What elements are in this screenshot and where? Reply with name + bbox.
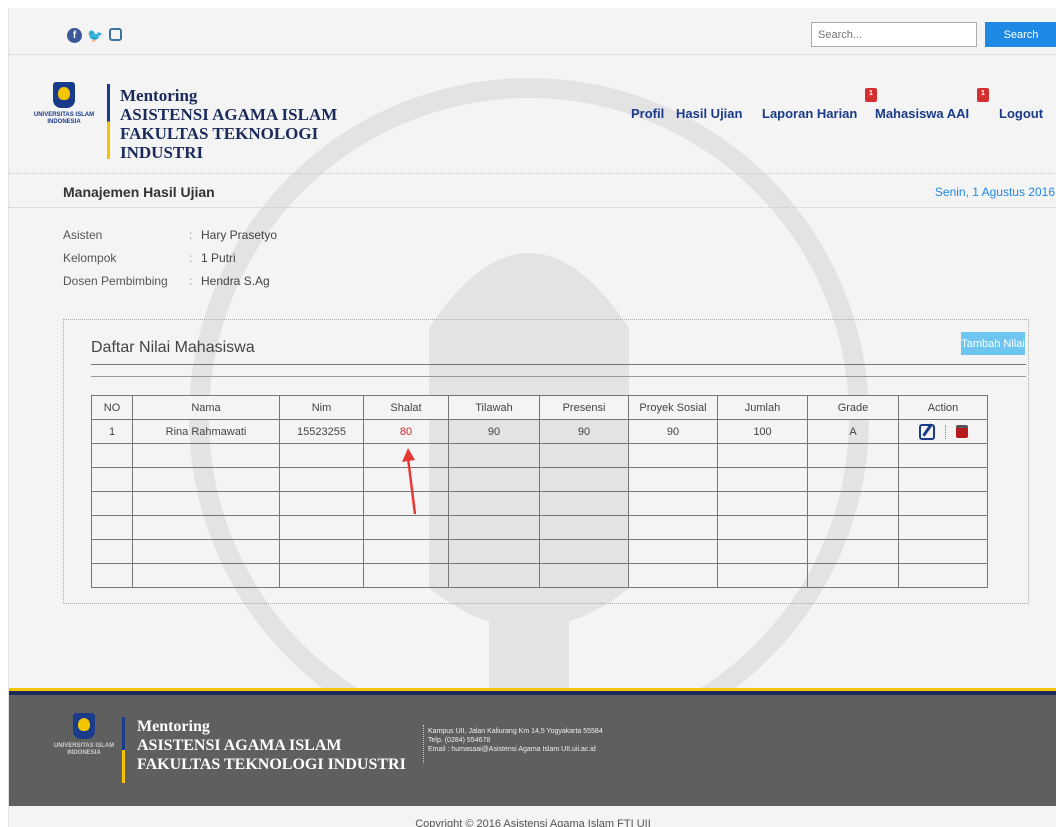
- footer-address: Kampus UII, Jalan Kaliurang Km 14,5 Yogy…: [428, 728, 603, 735]
- footer-divider: [423, 725, 424, 763]
- site-header: UNIVERSITAS ISLAM INDONESIA Mentoring AS…: [9, 56, 1056, 174]
- nav-logout[interactable]: Logout: [999, 106, 1043, 121]
- logo-text: UNIVERSITAS ISLAM INDONESIA: [33, 112, 95, 125]
- col-proyek-sosial: Proyek Sosial: [628, 395, 718, 420]
- delete-icon[interactable]: [955, 425, 968, 438]
- info-row-asisten: Asisten : Hary Prasetyo: [63, 228, 463, 244]
- nav-mahasiswa-aai-wrap: Mahasiswa AAI 1: [875, 88, 989, 121]
- site-brand: Mentoring ASISTENSI AGAMA ISLAM FAKULTAS…: [120, 86, 337, 162]
- page: f 🐦 Search UNIVERSITAS ISLAM INDONESIA M…: [8, 8, 1056, 827]
- nav-laporan-harian[interactable]: Laporan Harian: [762, 106, 857, 121]
- nav-hasil-ujian[interactable]: Hasil Ujian: [676, 106, 742, 121]
- social-links: f 🐦: [67, 28, 122, 43]
- empty-row: [91, 491, 988, 516]
- facebook-icon[interactable]: f: [67, 28, 82, 43]
- notification-badge: 1: [865, 88, 877, 102]
- col-presensi: Presensi: [539, 395, 629, 420]
- footer-brand-line-3: FAKULTAS TEKNOLOGI INDUSTRI: [137, 756, 406, 773]
- cell-nim: 15523255: [279, 419, 364, 444]
- site-footer: UNIVERSITAS ISLAM INDONESIA Mentoring AS…: [9, 695, 1056, 806]
- footer-stripe: [9, 688, 1056, 695]
- info-value: Hary Prasetyo: [201, 228, 278, 242]
- col-grade: Grade: [807, 395, 899, 420]
- col-tilawah: Tilawah: [448, 395, 540, 420]
- divider: [91, 376, 1026, 377]
- table-row: 1 Rina Rahmawati 15523255 80 90 90 90 10…: [91, 419, 988, 444]
- info-label: Kelompok: [63, 251, 117, 265]
- cell-jumlah: 100: [717, 419, 808, 444]
- footer-logo: UNIVERSITAS ISLAM INDONESIA: [51, 713, 117, 779]
- brand-divider: [122, 717, 125, 783]
- empty-row: [91, 515, 988, 540]
- action-divider: [944, 424, 946, 439]
- nav-profil[interactable]: Profil: [631, 106, 664, 121]
- info-value: Hendra S.Ag: [201, 274, 270, 288]
- shield-icon: [73, 713, 95, 739]
- brand-line-4: INDUSTRI: [120, 143, 204, 162]
- cell-tilawah: 90: [448, 419, 540, 444]
- footer-brand-line-1: Mentoring: [137, 718, 210, 735]
- panel-title: Daftar Nilai Mahasiswa: [91, 339, 255, 356]
- top-bar: f 🐦 Search: [9, 8, 1056, 55]
- instagram-icon[interactable]: [109, 28, 122, 41]
- cell-action: [898, 419, 988, 444]
- title-bar: Manajemen Hasil Ujian Senin, 1 Agustus 2…: [9, 175, 1056, 208]
- divider: [91, 364, 1026, 365]
- cell-no: 1: [91, 419, 133, 444]
- brand-line-1: Mentoring: [120, 86, 198, 105]
- search-button[interactable]: Search: [985, 22, 1056, 47]
- page-title: Manajemen Hasil Ujian: [63, 184, 215, 200]
- brand-line-3: FAKULTAS TEKNOLOGI: [120, 124, 319, 143]
- footer-brand-line-2: ASISTENSI AGAMA ISLAM: [137, 737, 342, 754]
- footer-contact: Kampus UII, Jalan Kaliurang Km 14,5 Yogy…: [428, 727, 603, 754]
- col-no: NO: [91, 395, 133, 420]
- info-row-kelompok: Kelompok : 1 Putri: [63, 251, 463, 267]
- info-row-dosen: Dosen Pembimbing : Hendra S.Ag: [63, 274, 463, 290]
- twitter-icon[interactable]: 🐦: [87, 28, 103, 43]
- info-label: Dosen Pembimbing: [63, 274, 168, 288]
- copyright-text: Copyright © 2016 Asistensi Agama Islam F…: [9, 806, 1056, 827]
- edit-icon[interactable]: [918, 423, 935, 440]
- table-header-row: NO Nama Nim Shalat Tilawah Presensi Proy…: [91, 395, 988, 420]
- col-nama: Nama: [132, 395, 280, 420]
- cell-proyek-sosial: 90: [628, 419, 718, 444]
- empty-row: [91, 539, 988, 564]
- shield-icon: [53, 82, 75, 108]
- footer-phone: Telp. (0284) 554678: [428, 737, 491, 744]
- col-shalat: Shalat: [363, 395, 449, 420]
- info-separator: :: [189, 274, 193, 288]
- cell-shalat: 80: [363, 419, 449, 444]
- info-label: Asisten: [63, 228, 103, 242]
- info-value: 1 Putri: [201, 251, 236, 265]
- col-jumlah: Jumlah: [717, 395, 808, 420]
- grades-panel: Daftar Nilai Mahasiswa Tambah Nilai NO N…: [63, 319, 1029, 604]
- nav-laporan-harian-wrap: Laporan Harian 1: [762, 88, 877, 121]
- info-separator: :: [189, 251, 193, 265]
- add-grade-button[interactable]: Tambah Nilai: [961, 332, 1025, 355]
- footer-brand: Mentoring ASISTENSI AGAMA ISLAM FAKULTAS…: [137, 717, 406, 774]
- search-input[interactable]: [811, 22, 977, 47]
- empty-row: [91, 563, 988, 588]
- col-nim: Nim: [279, 395, 364, 420]
- empty-row: [91, 467, 988, 492]
- logo-text: UNIVERSITAS ISLAM INDONESIA: [53, 743, 115, 756]
- nav-mahasiswa-aai[interactable]: Mahasiswa AAI: [875, 106, 969, 121]
- cell-nama: Rina Rahmawati: [132, 419, 280, 444]
- col-action: Action: [898, 395, 988, 420]
- university-logo[interactable]: UNIVERSITAS ISLAM INDONESIA: [31, 82, 97, 148]
- annotation-arrow-icon: [402, 448, 417, 515]
- cell-presensi: 90: [539, 419, 629, 444]
- empty-row: [91, 443, 988, 468]
- footer-email: Email : humasaai@Asistensi Agama Islam U…: [428, 746, 596, 753]
- notification-badge: 1: [977, 88, 989, 102]
- cell-grade: A: [807, 419, 899, 444]
- brand-divider: [107, 84, 110, 159]
- info-separator: :: [189, 228, 193, 242]
- grades-table: NO Nama Nim Shalat Tilawah Presensi Proy…: [91, 395, 988, 588]
- brand-line-2: ASISTENSI AGAMA ISLAM: [120, 105, 338, 124]
- date-label: Senin, 1 Agustus 2016: [934, 185, 1055, 199]
